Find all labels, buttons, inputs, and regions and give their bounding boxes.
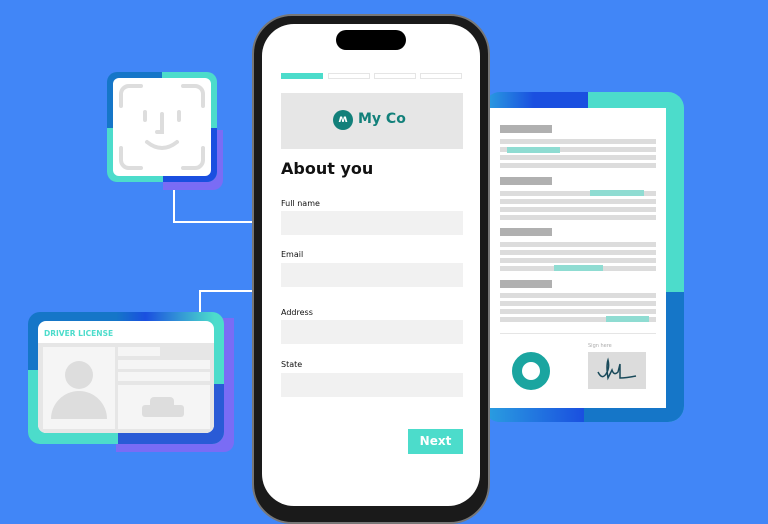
email-input[interactable] — [281, 263, 463, 287]
ring-logo-icon — [512, 352, 550, 390]
field-label-address: Address — [281, 308, 313, 317]
brand-name: My Co — [358, 111, 406, 127]
driver-license-card: DRIVER LICENSE — [28, 312, 234, 452]
person-icon — [43, 347, 115, 429]
brand-banner: ʍ My Co — [281, 93, 463, 149]
state-input[interactable] — [281, 373, 463, 397]
full-name-input[interactable] — [281, 211, 463, 235]
car-icon — [118, 385, 210, 429]
address-input[interactable] — [281, 320, 463, 344]
dynamic-island — [336, 30, 406, 50]
brand-logo-icon: ʍ — [333, 110, 353, 130]
face-id-card — [107, 72, 223, 190]
field-label-email: Email — [281, 250, 304, 259]
signature-icon[interactable] — [588, 352, 646, 389]
card-title: DRIVER LICENSE — [44, 329, 114, 338]
sign-label: Sign here — [588, 343, 612, 349]
progress-step-4 — [420, 73, 462, 79]
field-label-state: State — [281, 360, 303, 369]
document-card: Sign here — [484, 92, 684, 422]
next-button[interactable]: Next — [408, 429, 463, 454]
connector — [173, 221, 263, 223]
connector — [199, 290, 201, 314]
progress-step-1 — [281, 73, 323, 79]
progress-step-2 — [328, 73, 370, 79]
page-title: About you — [281, 159, 374, 178]
progress-step-3 — [374, 73, 416, 79]
face-id-icon — [113, 78, 211, 176]
field-label-full-name: Full name — [281, 199, 320, 208]
connector — [173, 186, 175, 223]
